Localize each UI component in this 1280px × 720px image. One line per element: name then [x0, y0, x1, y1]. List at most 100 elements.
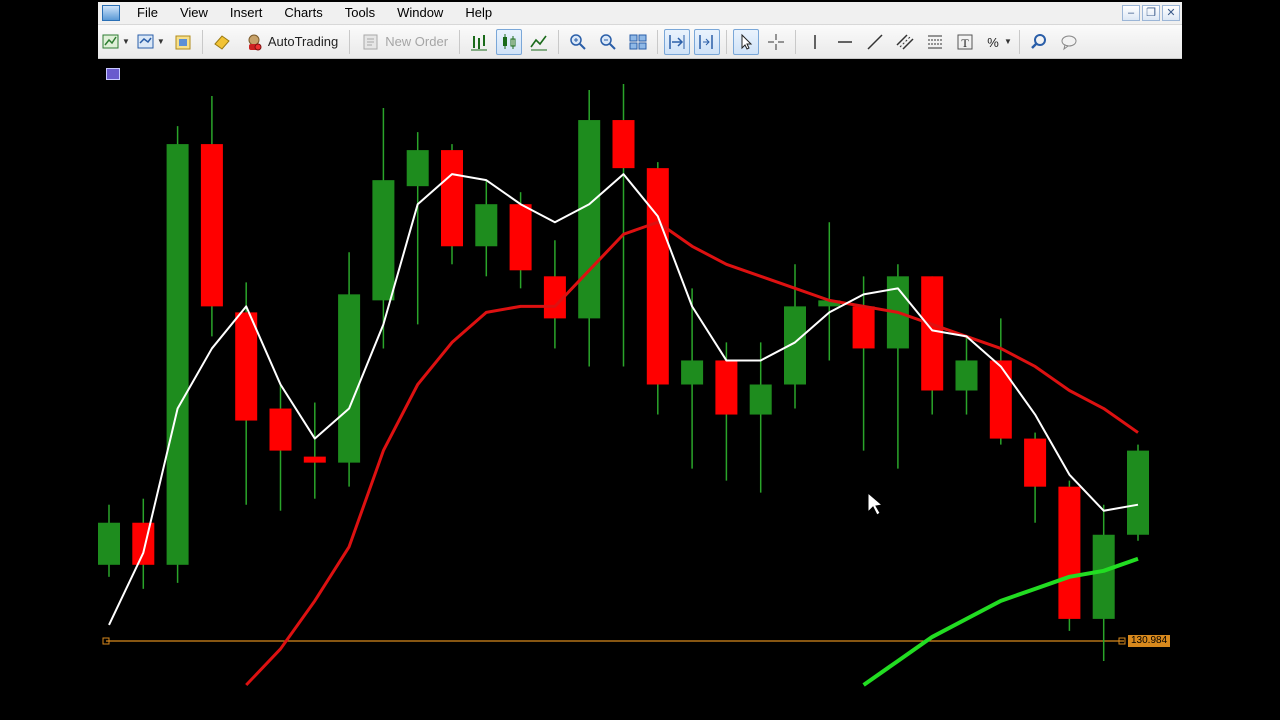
crosshair-icon: [768, 33, 785, 50]
candle-body: [235, 312, 258, 421]
menu-file[interactable]: File: [126, 2, 169, 24]
candle-body: [1092, 534, 1115, 619]
vertical-line-icon: [814, 34, 816, 49]
toolbar-separator: [459, 29, 461, 54]
toolbar-separator: [1018, 29, 1020, 54]
text-tool-button[interactable]: T: [952, 29, 978, 55]
bar-chart-icon: [471, 34, 488, 50]
candle-body: [475, 204, 498, 247]
menu-bar: File View Insert Charts Tools Window Hel…: [98, 2, 1182, 25]
arrows-tool-button[interactable]: % ▼: [982, 29, 1013, 55]
menu-insert[interactable]: Insert: [219, 2, 274, 24]
autotrading-button[interactable]: AutoTrading: [239, 29, 343, 55]
trendline-tool-button[interactable]: [862, 29, 888, 55]
candle-body: [681, 360, 704, 385]
toolbar-separator: [795, 29, 797, 54]
svg-text:T: T: [961, 36, 969, 50]
window-controls: – ❐ ✕: [1122, 5, 1180, 21]
bar-chart-button[interactable]: [466, 29, 492, 55]
profiles-button[interactable]: ▼: [135, 29, 166, 55]
close-button[interactable]: ✕: [1162, 5, 1180, 21]
candle-body: [1024, 438, 1047, 487]
candle-body: [749, 384, 772, 415]
candle-body: [921, 276, 944, 391]
candlestick-chart-button[interactable]: [496, 28, 523, 55]
restore-button[interactable]: ❐: [1142, 5, 1160, 21]
candle-body: [441, 150, 463, 247]
price-chart[interactable]: 130.984: [98, 60, 1182, 720]
line-chart-button[interactable]: [526, 29, 552, 55]
auto-scroll-icon: [669, 34, 685, 49]
toolbar-separator: [657, 29, 659, 54]
candle-body: [269, 408, 292, 451]
chevron-down-icon: ▼: [156, 37, 165, 46]
zoom-out-button[interactable]: [595, 29, 621, 55]
zoom-out-icon: [600, 33, 616, 50]
toolbar-separator: [201, 29, 203, 54]
meta-editor-button[interactable]: [209, 29, 235, 55]
fibonacci-tool-button[interactable]: [922, 29, 948, 55]
search-icon: [1031, 33, 1046, 49]
candle-body: [612, 120, 635, 169]
menu-help[interactable]: Help: [454, 2, 503, 24]
candle-body: [372, 180, 395, 301]
toolbar-separator: [349, 29, 351, 54]
price-line-label: 130.984: [1128, 635, 1171, 647]
candle-body: [715, 360, 738, 415]
chart-shift-icon: [699, 34, 713, 49]
cursor-tool-button[interactable]: [733, 28, 760, 55]
meta-editor-icon: [214, 34, 230, 50]
market-watch-button[interactable]: [170, 29, 196, 55]
chart-symbol-icon[interactable]: [106, 68, 120, 80]
vertical-line-tool-button[interactable]: [802, 29, 828, 55]
new-chart-icon: [102, 34, 119, 48]
fibonacci-icon: [928, 35, 943, 48]
zoom-in-icon: [570, 33, 586, 50]
menu-charts[interactable]: Charts: [273, 2, 333, 24]
line-chart-icon: [530, 35, 548, 50]
search-button[interactable]: [1026, 29, 1052, 55]
horizontal-line-icon: [838, 40, 853, 43]
toolbar: ▼ ▼ AutoTrading New Order T % ▼: [98, 25, 1182, 59]
candle-body: [955, 360, 978, 391]
zoom-in-button[interactable]: [565, 29, 591, 55]
autotrading-icon: [248, 34, 262, 50]
chart-canvas[interactable]: [98, 60, 1182, 720]
trading-terminal-window: File View Insert Charts Tools Window Hel…: [98, 0, 1182, 720]
new-order-label: New Order: [385, 34, 449, 49]
trendline-icon: [867, 33, 883, 50]
new-order-icon: [363, 34, 378, 49]
chevron-down-icon: ▼: [122, 37, 130, 46]
cursor-icon: [741, 33, 753, 50]
auto-scroll-button[interactable]: [664, 28, 691, 55]
candle-body: [200, 144, 223, 307]
candle-body: [1058, 486, 1081, 619]
horizontal-line-tool-button[interactable]: [832, 29, 858, 55]
new-chart-button[interactable]: ▼: [100, 29, 131, 55]
candle-body: [509, 204, 532, 271]
minimize-button[interactable]: –: [1122, 5, 1140, 21]
tile-windows-button[interactable]: [625, 29, 651, 55]
crosshair-tool-button[interactable]: [763, 29, 789, 55]
market-watch-icon: [175, 35, 191, 49]
equidistant-channel-icon: [896, 33, 914, 50]
new-order-button[interactable]: New Order: [356, 29, 453, 55]
candle-body: [1127, 450, 1149, 535]
menu-tools[interactable]: Tools: [334, 2, 386, 24]
candle-body: [338, 294, 361, 463]
chat-button[interactable]: [1056, 29, 1082, 55]
autotrading-label: AutoTrading: [267, 34, 339, 49]
tile-windows-icon: [629, 34, 647, 49]
toolbar-separator: [558, 29, 560, 54]
app-icon[interactable]: [102, 5, 120, 21]
candle-body: [852, 306, 875, 349]
chevron-down-icon: ▼: [1004, 37, 1012, 46]
svg-text:%: %: [987, 35, 999, 50]
chart-shift-button[interactable]: [694, 28, 721, 55]
menu-view[interactable]: View: [169, 2, 219, 24]
candlestick-icon: [503, 33, 516, 49]
profiles-icon: [137, 34, 154, 48]
menu-window[interactable]: Window: [386, 2, 454, 24]
channel-tool-button[interactable]: [892, 29, 918, 55]
text-icon: T: [957, 34, 973, 50]
